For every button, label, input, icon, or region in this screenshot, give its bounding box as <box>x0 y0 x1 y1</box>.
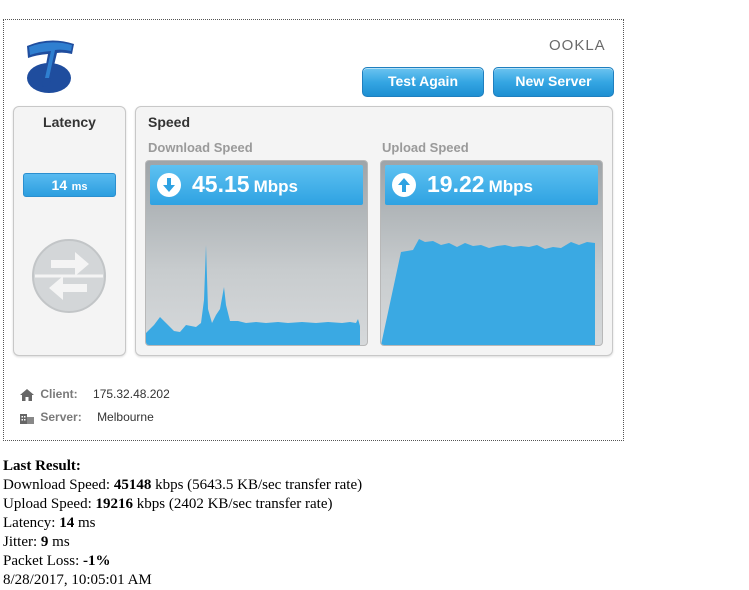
upload-speed-label: Upload Speed <box>382 140 469 155</box>
server-label: Server: <box>40 410 82 424</box>
client-value: 175.32.48.202 <box>93 387 170 401</box>
upload-speed-unit: Mbps <box>488 177 533 196</box>
result-jitter: Jitter: 9 ms <box>3 533 362 552</box>
server-info: Server: Melbourne <box>20 410 154 424</box>
latency-unit: ms <box>71 181 88 193</box>
result-latency-rest: ms <box>74 515 96 531</box>
latency-value: 14 <box>51 177 68 193</box>
arrow-up-circle-icon <box>392 173 416 197</box>
download-speed-label: Download Speed <box>148 140 253 155</box>
result-jitter-label: Jitter: <box>3 534 41 550</box>
result-latency-value: 14 <box>59 515 75 531</box>
arrows-icon <box>32 239 106 313</box>
result-latency-label: Latency: <box>3 515 60 531</box>
result-packet-loss: Packet Loss: -1% <box>3 552 362 571</box>
result-upload-rest: kbps (2402 KB/sec transfer rate) <box>132 496 333 512</box>
result-packet-loss-label: Packet Loss: <box>3 553 83 569</box>
result-download-value: 45148 <box>113 477 152 493</box>
telstra-logo <box>27 40 74 93</box>
speedtest-widget: OOKLA Test Again New Server Latency 14 m… <box>3 19 624 441</box>
ookla-logo: OOKLA <box>549 37 606 54</box>
result-timestamp: 8/28/2017, 10:05:01 AM <box>3 572 152 588</box>
client-info: Client: 175.32.48.202 <box>20 387 170 401</box>
test-again-button[interactable]: Test Again <box>362 67 484 97</box>
home-icon <box>20 388 34 401</box>
speed-panel: Speed Download Speed Upload Speed 45.15 M… <box>135 106 613 356</box>
new-server-button[interactable]: New Server <box>493 67 614 97</box>
latency-panel: Latency 14 ms <box>13 106 126 356</box>
download-graph: 45.15 Mbps <box>145 160 368 346</box>
server-value: Melbourne <box>97 410 154 424</box>
arrow-down-circle-icon <box>157 173 181 197</box>
download-speed-header: 45.15 Mbps <box>150 165 363 205</box>
result-latency: Latency: 14 ms <box>3 514 362 533</box>
building-icon <box>20 413 34 424</box>
result-upload-label: Upload Speed: <box>3 496 96 512</box>
upload-graph-area <box>381 239 595 345</box>
upload-speed-header: 19.22 Mbps <box>385 165 598 205</box>
upload-graph: 19.22 Mbps <box>380 160 603 346</box>
result-download-label: Download Speed: <box>3 477 114 493</box>
upload-speed-value: 19.22 <box>427 171 485 197</box>
speed-title: Speed <box>148 114 191 130</box>
client-label: Client: <box>40 387 78 401</box>
latency-badge: 14 ms <box>23 173 116 197</box>
result-upload-value: 19216 <box>95 496 133 512</box>
result-upload: Upload Speed: 19216 kbps (2402 KB/sec tr… <box>3 495 362 514</box>
download-speed-unit: Mbps <box>253 177 298 196</box>
result-packet-loss-value: -1% <box>83 553 111 569</box>
latency-title: Latency <box>43 114 96 130</box>
download-graph-area <box>146 245 360 345</box>
result-download: Download Speed: 45148 kbps (5643.5 KB/se… <box>3 476 362 495</box>
result-download-rest: kbps (5643.5 KB/sec transfer rate) <box>151 477 363 493</box>
download-speed-value: 45.15 <box>192 171 250 197</box>
result-jitter-rest: ms <box>48 534 70 550</box>
last-result-block: Last Result: Download Speed: 45148 kbps … <box>3 457 362 590</box>
last-result-heading: Last Result: <box>3 458 81 474</box>
